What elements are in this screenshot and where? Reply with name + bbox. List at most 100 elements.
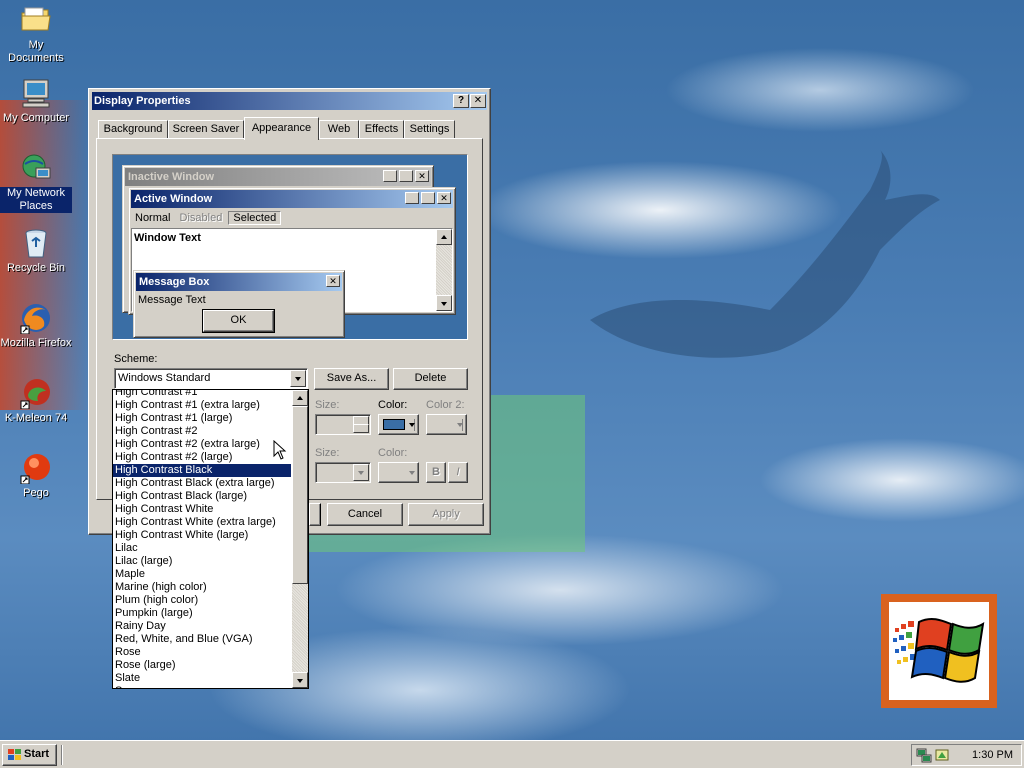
- scheme-option[interactable]: High Contrast White (large): [113, 529, 291, 542]
- scroll-up-icon[interactable]: [292, 390, 308, 406]
- scheme-option[interactable]: High Contrast #2 (large): [113, 451, 291, 464]
- windows-logo-decoration: [881, 594, 997, 708]
- tray-app-icon[interactable]: [934, 747, 950, 763]
- chevron-down-icon: [457, 423, 463, 427]
- scheme-option[interactable]: Lilac: [113, 542, 291, 555]
- preview-inactive-title-bar: Inactive Window ✕: [125, 168, 431, 186]
- scheme-option[interactable]: High Contrast White (extra large): [113, 516, 291, 529]
- scheme-option[interactable]: Pumpkin (large): [113, 607, 291, 620]
- save-as-button[interactable]: Save As...: [314, 368, 389, 390]
- minimize-icon: [383, 170, 397, 182]
- desktop-icon-mozilla-firefox[interactable]: Mozilla Firefox: [0, 302, 72, 350]
- windows-flag-icon: [8, 749, 21, 760]
- scroll-down-icon: [436, 295, 452, 311]
- scrollbar-thumb[interactable]: [292, 406, 308, 584]
- scheme-select-value: Windows Standard: [118, 372, 211, 384]
- scheme-option[interactable]: High Contrast #2: [113, 425, 291, 438]
- apply-button[interactable]: Apply: [408, 503, 484, 526]
- preview-ok-button: OK: [202, 309, 275, 333]
- maximize-icon: [421, 192, 435, 204]
- preview-menu-disabled: Disabled: [179, 212, 223, 224]
- desktop-icon-label: Recycle Bin: [6, 262, 66, 274]
- network-tray-icon[interactable]: [916, 747, 932, 763]
- item-color-picker[interactable]: [378, 414, 419, 435]
- scheme-option[interactable]: High Contrast White: [113, 503, 291, 516]
- scheme-option[interactable]: High Contrast Black: [113, 464, 291, 477]
- tab-background[interactable]: Background: [98, 120, 168, 139]
- scheme-option[interactable]: High Contrast #1 (extra large): [113, 399, 291, 412]
- scroll-up-icon: [436, 229, 452, 245]
- desktop-icon-k-meleon[interactable]: K-Meleon 74: [0, 377, 72, 425]
- tab-settings[interactable]: Settings: [404, 120, 455, 139]
- desktop-icon-label: My Computer: [2, 112, 70, 124]
- chevron-down-icon[interactable]: [353, 464, 369, 481]
- scroll-down-icon[interactable]: [292, 672, 308, 688]
- preview-active-title: Active Window: [134, 193, 213, 205]
- close-icon: ✕: [326, 275, 340, 287]
- scheme-option[interactable]: Plum (high color): [113, 594, 291, 607]
- scheme-option[interactable]: Marine (high color): [113, 581, 291, 594]
- scheme-option[interactable]: Rainy Day: [113, 620, 291, 633]
- desktop-icon-label: K-Meleon 74: [4, 412, 68, 424]
- desktop-icon-my-documents[interactable]: My Documents: [0, 4, 72, 65]
- font-size-select[interactable]: [315, 462, 371, 483]
- scheme-option[interactable]: Spruce: [113, 685, 291, 688]
- k-meleon-icon: [20, 377, 52, 410]
- desktop-icon-pego[interactable]: Pego: [0, 452, 72, 500]
- scheme-option[interactable]: High Contrast Black (extra large): [113, 477, 291, 490]
- dialog-title-bar[interactable]: Display Properties ? ✕: [92, 92, 487, 110]
- desktop-icon-my-computer[interactable]: My Computer: [0, 77, 72, 125]
- scheme-option[interactable]: High Contrast #1: [113, 390, 291, 399]
- preview-window-text: Window Text: [134, 232, 201, 244]
- cancel-button[interactable]: Cancel: [327, 503, 403, 526]
- font-color-picker[interactable]: [378, 462, 419, 483]
- scheme-option[interactable]: Rose: [113, 646, 291, 659]
- item-color2-picker[interactable]: [426, 414, 467, 435]
- windows-flag-icon: [893, 617, 985, 683]
- scheme-dropdown-list[interactable]: High Contrast #1 High Contrast #1 (extra …: [112, 389, 309, 689]
- preview-menu-bar: Normal Disabled Selected: [132, 210, 282, 226]
- help-button[interactable]: ?: [453, 94, 469, 108]
- scheme-option[interactable]: High Contrast Black (large): [113, 490, 291, 503]
- font-size-label: Size:: [315, 447, 340, 459]
- scheme-preview: Inactive Window ✕ Active Window ✕ Normal…: [112, 154, 468, 340]
- spinner-down-icon[interactable]: [353, 424, 369, 433]
- delete-button[interactable]: Delete: [393, 368, 468, 390]
- scheme-dropdown-rows: High Contrast #1 High Contrast #1 (extra …: [113, 390, 291, 688]
- close-icon: ✕: [437, 192, 451, 204]
- dialog-title: Display Properties: [94, 95, 191, 107]
- scheme-label: Scheme:: [114, 353, 158, 365]
- desktop-icon-label: Pego: [23, 487, 49, 499]
- scheme-option[interactable]: High Contrast #2 (extra large): [113, 438, 291, 451]
- preview-menu-normal: Normal: [135, 212, 171, 224]
- tab-effects[interactable]: Effects: [359, 120, 404, 139]
- chevron-down-icon[interactable]: [290, 370, 306, 387]
- taskbar-clock: 1:30 PM: [972, 749, 1013, 761]
- item-size-spinner[interactable]: [315, 414, 371, 435]
- dropdown-scrollbar[interactable]: [292, 390, 308, 688]
- system-tray: 1:30 PM: [911, 744, 1022, 766]
- taskbar: Start 1:30 PM: [0, 740, 1024, 768]
- start-button[interactable]: Start: [2, 744, 57, 766]
- scheme-option[interactable]: Slate: [113, 672, 291, 685]
- italic-button[interactable]: I: [448, 462, 468, 483]
- tab-appearance[interactable]: Appearance: [244, 117, 319, 140]
- tab-screen-saver[interactable]: Screen Saver: [168, 120, 244, 139]
- desktop-icon-recycle-bin[interactable]: Recycle Bin: [0, 227, 72, 275]
- scheme-select[interactable]: Windows Standard: [114, 368, 308, 389]
- scheme-option[interactable]: Maple: [113, 568, 291, 581]
- folder-icon: [20, 4, 52, 36]
- scheme-option[interactable]: High Contrast #1 (large): [113, 412, 291, 425]
- wallpaper-diver-silhouette: [590, 150, 940, 358]
- tab-web[interactable]: Web: [319, 120, 359, 139]
- ok-button-edge[interactable]: [309, 503, 321, 526]
- chevron-down-icon: [409, 471, 415, 475]
- scheme-option[interactable]: Red, White, and Blue (VGA): [113, 633, 291, 646]
- recycle-bin-icon: [20, 227, 52, 259]
- scheme-option[interactable]: Lilac (large): [113, 555, 291, 568]
- bold-button[interactable]: B: [426, 462, 446, 483]
- scheme-option[interactable]: Rose (large): [113, 659, 291, 672]
- close-button[interactable]: ✕: [470, 94, 486, 108]
- close-icon: ✕: [415, 170, 429, 182]
- desktop-icon-my-network-places[interactable]: My Network Places: [0, 152, 72, 213]
